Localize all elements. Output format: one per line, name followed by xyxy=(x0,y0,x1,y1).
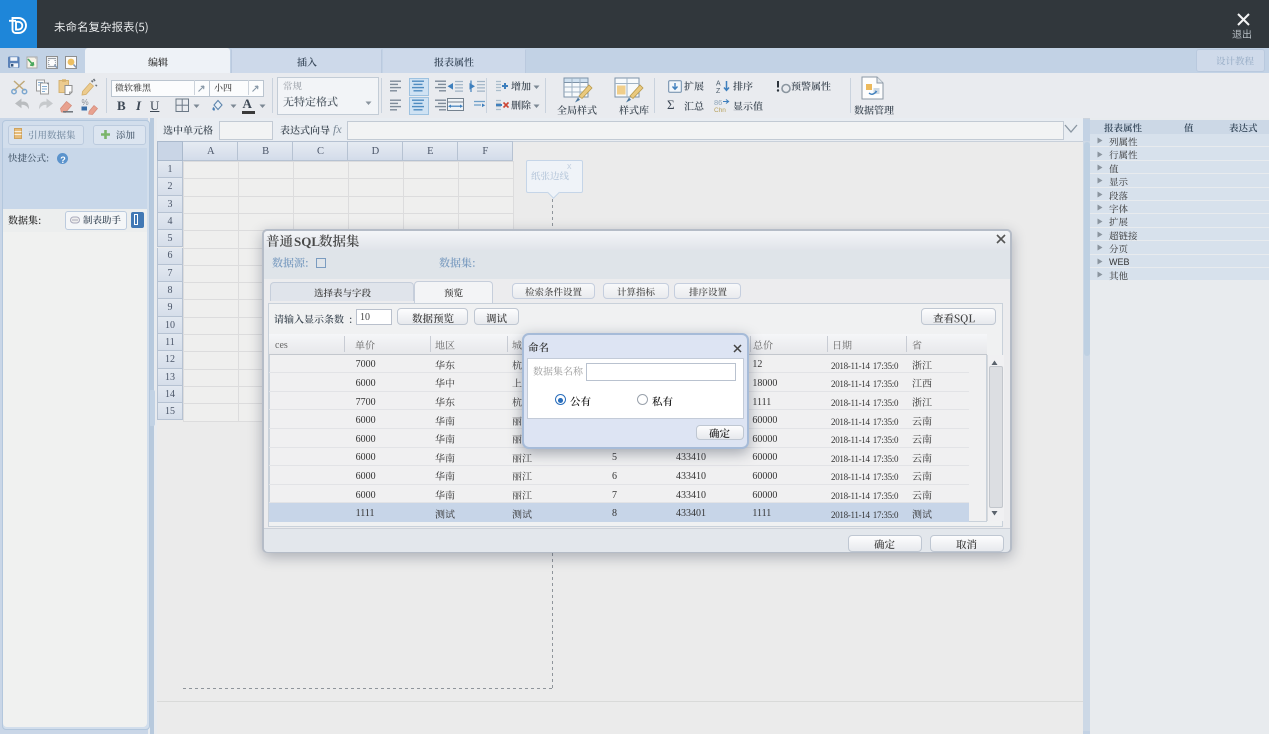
svg-text:%: % xyxy=(82,98,89,107)
svg-text:Z: Z xyxy=(716,88,721,93)
svg-text:A: A xyxy=(716,81,721,88)
svg-text:86: 86 xyxy=(714,98,722,107)
svg-text:Chn: Chn xyxy=(714,107,726,112)
